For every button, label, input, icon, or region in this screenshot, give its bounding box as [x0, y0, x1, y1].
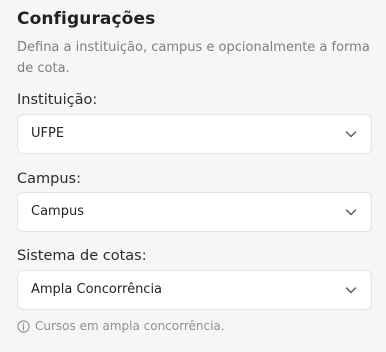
quota-label: Sistema de cotas:: [17, 248, 147, 264]
institution-select[interactable]: UFPE: [17, 114, 372, 154]
quota-hint: Cursos em ampla concorrência.: [17, 319, 225, 333]
settings-description: Defina a instituição, campus e opcionalm…: [17, 40, 370, 76]
quota-hint-text: Cursos em ampla concorrência.: [35, 319, 225, 333]
chevron-down-icon: [345, 287, 357, 294]
info-icon: [17, 319, 30, 333]
campus-label: Campus:: [17, 171, 81, 187]
campus-select-value: Campus: [31, 204, 84, 219]
settings-panel: Configurações Defina a instituição, camp…: [0, 0, 386, 352]
quota-select[interactable]: Ampla Concorrência: [17, 270, 372, 310]
institution-label: Instituição:: [17, 92, 98, 108]
chevron-down-icon: [345, 131, 357, 138]
institution-select-value: UFPE: [31, 126, 65, 141]
campus-select[interactable]: Campus: [17, 192, 372, 232]
chevron-down-icon: [345, 209, 357, 216]
settings-title: Configurações: [17, 9, 156, 29]
quota-select-value: Ampla Concorrência: [31, 282, 163, 297]
